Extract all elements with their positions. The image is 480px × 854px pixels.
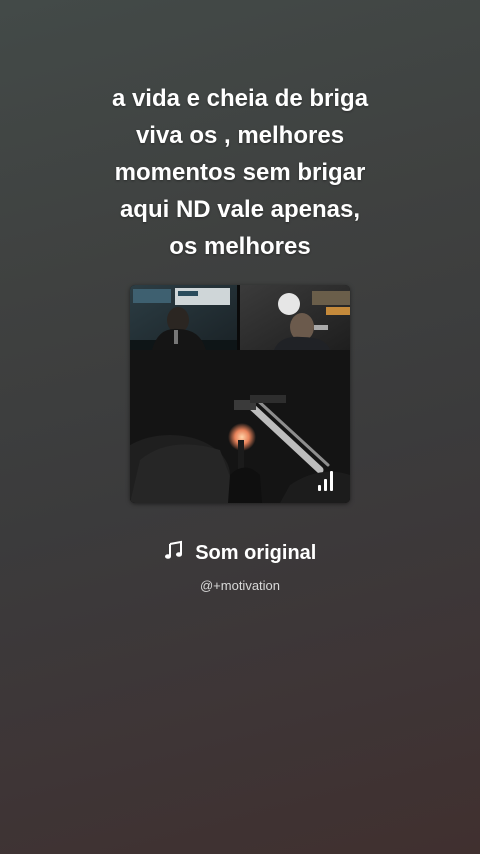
video-thumbnail[interactable] (130, 285, 350, 503)
signal-bars-icon (318, 471, 336, 491)
caption-line: os melhores (169, 233, 311, 260)
caption-line: a vida e cheia de briga (111, 85, 369, 112)
video-frame-image (130, 285, 350, 503)
caption-line: viva os , melhores (135, 122, 345, 149)
sound-author-link[interactable]: @+motivation (0, 577, 480, 595)
post-caption: a vida e cheia de briga viva os , melhor… (40, 80, 440, 265)
caption-line: momentos sem brigar (114, 159, 366, 186)
sound-title-row[interactable]: Som original (0, 539, 480, 568)
sound-title: Som original (195, 542, 317, 564)
music-note-icon (164, 540, 184, 568)
caption-line: aqui ND vale apenas, (119, 196, 361, 223)
